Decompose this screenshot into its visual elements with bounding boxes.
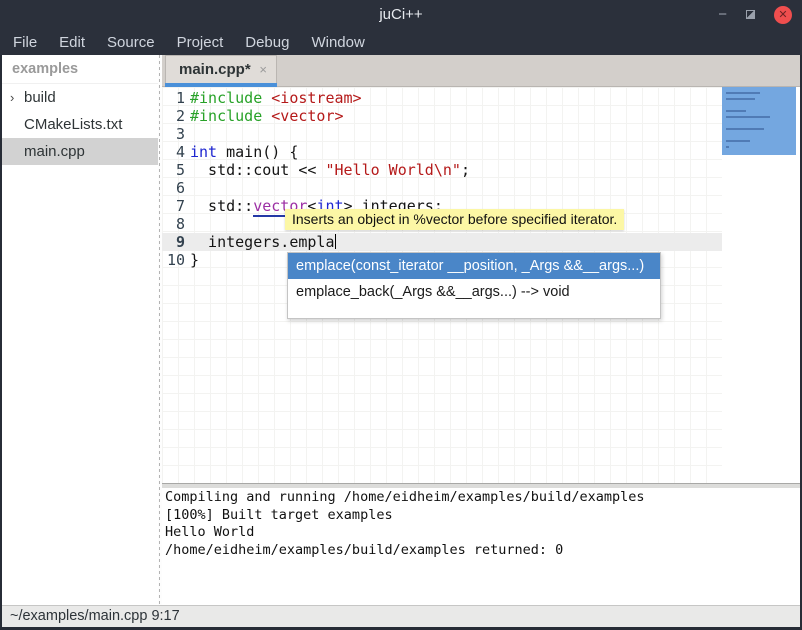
window-title: juCi++ [0,0,802,29]
minimap-visible-region[interactable] [722,87,796,155]
code-line: #include <iostream> [190,89,362,107]
code-line: integers.empla [190,233,336,251]
minimap-code-line [726,146,729,148]
status-bar: ~/examples/main.cpp 9:17 [2,605,800,627]
project-name-header: examples [2,55,158,84]
sidebar-item-main-cpp[interactable]: main.cpp [2,138,158,165]
minimap-code-line [726,116,770,118]
line-number: 6 [162,179,185,197]
menu-item-edit[interactable]: Edit [48,31,96,54]
minimap-code-line [726,110,746,112]
line-number: 5 [162,161,185,179]
doc-tooltip: Inserts an object in %vector before spec… [285,209,624,230]
sidebar-item-label: build [24,84,56,111]
line-number: 8 [162,215,185,233]
menu-item-file[interactable]: File [2,31,48,54]
menu-item-project[interactable]: Project [166,31,235,54]
file-tree-panel: examples ›buildCMakeLists.txtmain.cpp [2,55,158,605]
code-line: #include <vector> [190,107,344,125]
output-line: [100%] Built target examples [165,507,800,525]
restore-icon[interactable] [746,10,755,19]
line-number: 4 [162,143,185,161]
code-line: int main() { [190,143,298,161]
line-number: 3 [162,125,185,143]
line-number: 10 [162,251,185,269]
output-line: /home/eidheim/examples/build/examples re… [165,542,800,560]
tab-bar: main.cpp* × [162,55,800,87]
sidebar-item-label: CMakeLists.txt [24,111,122,138]
sidebar-item-label: main.cpp [24,138,85,165]
completion-item[interactable]: emplace_back(_Args &&__args...) --> void [288,279,660,305]
menu-item-debug[interactable]: Debug [234,31,300,54]
minimap-code-line [726,128,764,130]
chevron-right-icon[interactable]: › [10,84,24,111]
minimap-code-line [726,92,760,94]
line-number: 7 [162,197,185,215]
minimize-button[interactable]: − [718,10,727,20]
window-controls: − ✕ [718,0,792,29]
line-number: 9 [162,233,185,251]
line-number: 1 [162,89,185,107]
sidebar-item-cmakelists-txt[interactable]: CMakeLists.txt [2,111,158,138]
output-line: Compiling and running /home/eidheim/exam… [165,489,800,507]
sidebar-item-build[interactable]: ›build [2,84,158,111]
build-output-panel[interactable]: Compiling and running /home/eidheim/exam… [162,488,800,605]
tab-main-cpp[interactable]: main.cpp* × [165,55,277,87]
completion-item[interactable]: emplace(const_iterator __position, _Args… [288,253,660,279]
code-line: std::cout << "Hello World\n"; [190,161,470,179]
minimap-code-line [726,98,755,100]
close-button[interactable]: ✕ [774,6,792,24]
output-line: Hello World [165,524,800,542]
menu-item-source[interactable]: Source [96,31,166,54]
line-number: 2 [162,107,185,125]
minimap-code-line [726,140,750,142]
autocomplete-popup: emplace(const_iterator __position, _Args… [287,252,661,319]
menu-bar: FileEditSourceProjectDebugWindow [0,29,802,55]
app-window: juCi++ − ✕ FileEditSourceProjectDebugWin… [0,0,802,630]
title-bar[interactable]: juCi++ − ✕ [0,0,802,29]
source-minimap[interactable] [722,87,800,483]
tab-label: main.cpp* [179,56,251,84]
code-line: } [190,251,199,269]
tab-close-icon[interactable]: × [259,56,267,84]
text-cursor [335,234,337,249]
menu-item-window[interactable]: Window [300,31,375,54]
